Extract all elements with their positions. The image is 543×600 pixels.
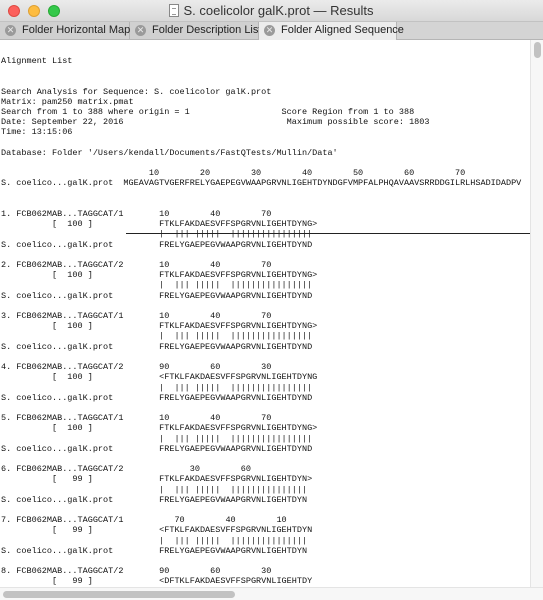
match-line: | ||| ||||| |||||||||||||||| — [159, 433, 313, 444]
score-box: [ 100 ] — [1, 270, 160, 281]
hit-ruler: 10 40 70 — [159, 413, 272, 424]
score-box: [ 100 ] — [1, 219, 160, 230]
hit-sequence: FTKLFAKDAESVFFSPGRVNLIGEHTDYN> — [159, 474, 313, 485]
hit-sequence: FTKLFAKDAESVFFSPGRVNLIGEHTDYNG> — [159, 219, 318, 230]
tab-bar: ✕ Folder Horizontal Map ✕ Folder Descrip… — [0, 22, 543, 40]
close-tab-icon[interactable]: ✕ — [135, 25, 146, 36]
results-text-view[interactable]: Alignment List Search Analysis for Seque… — [0, 40, 530, 587]
alignment-report: Alignment List Search Analysis for Seque… — [0, 40, 530, 587]
query-name: S. coelico...galK.prot — [1, 545, 160, 556]
title-bar: S. coelicolor galK.prot — Results — [0, 0, 543, 22]
time-line: Time: 13:15:06 — [1, 127, 73, 138]
match-line: | ||| ||||| |||||||||||||||| — [159, 229, 313, 240]
database-line: Database: Folder '/Users/kendall/Documen… — [1, 147, 338, 158]
horizontal-scroll-thumb[interactable] — [3, 591, 235, 598]
match-line: | ||| ||||| ||||||||||||||| — [159, 484, 308, 495]
hit-ruler: 90 60 30 — [159, 566, 272, 577]
hit-sequence: FTKLFAKDAESVFFSPGRVNLIGEHTDYNG> — [159, 270, 318, 281]
separator-line — [126, 233, 530, 234]
query-name: S. coelico...galK.prot — [1, 392, 160, 403]
query-name: S. coelico...galK.prot — [1, 290, 160, 301]
close-tab-icon[interactable]: ✕ — [5, 25, 16, 36]
score-box: [ 100 ] — [1, 372, 160, 383]
date-line: Date: September 22, 2016 Maximum possibl… — [1, 117, 430, 128]
hit-name: 7. FCB062MAB...TAGGCAT/1 — [1, 515, 160, 526]
hit-name: 1. FCB062MAB...TAGGCAT/1 — [1, 209, 160, 220]
hit-name: 8. FCB062MAB...TAGGCAT/2 — [1, 566, 160, 577]
query-name: S. coelico...galK.prot — [1, 239, 160, 250]
vertical-scroll-thumb[interactable] — [534, 42, 541, 58]
query-sequence: FRELYGAEPEGVWAAPGRVNLIGEHTDYN — [159, 494, 308, 505]
query-sequence: FRELYGAEPEGVWAAPGRVNLIGEHTDYN — [159, 545, 308, 556]
hit-name: 3. FCB062MAB...TAGGCAT/1 — [1, 311, 160, 322]
search-range-line: Search from 1 to 388 where origin = 1 Sc… — [1, 107, 415, 118]
tab-label: Folder Horizontal Map — [22, 24, 131, 36]
tab-label: Folder Description List — [152, 24, 262, 36]
score-box: [ 100 ] — [1, 423, 160, 434]
hit-ruler: 10 40 70 — [159, 209, 272, 220]
tab-folder-description-list[interactable]: ✕ Folder Description List — [130, 22, 262, 39]
match-line: | ||| ||||| |||||||||||||||| — [159, 280, 313, 291]
hit-ruler: 30 60 — [159, 464, 251, 475]
match-line: | ||| ||||| |||||||||||||||| — [159, 382, 313, 393]
query-ruler: 10 20 30 40 50 60 70 — [1, 168, 466, 179]
tab-label: Folder Aligned Sequence — [281, 24, 404, 36]
hit-sequence: <FTKLFAKDAESVFFSPGRVNLIGEHTDYNG — [159, 372, 318, 383]
window-title-area: S. coelicolor galK.prot — Results — [0, 3, 543, 18]
query-name: S. coelico...galK.prot — [1, 494, 160, 505]
close-tab-icon[interactable]: ✕ — [264, 25, 275, 36]
match-line: | ||| ||||| |||||||||||||||| — [159, 331, 313, 342]
match-line: | ||| ||||| ||||||||||||||| — [159, 535, 308, 546]
score-box: [ 100 ] — [1, 321, 160, 332]
score-box: [ 99 ] — [1, 576, 160, 587]
hit-name: 6. FCB062MAB...TAGGCAT/2 — [1, 464, 160, 475]
query-name: S. coelico...galK.prot — [1, 341, 160, 352]
hit-sequence: FTKLFAKDAESVFFSPGRVNLIGEHTDYNG> — [159, 321, 318, 332]
hit-ruler: 70 40 10 — [159, 515, 287, 526]
hit-name: 2. FCB062MAB...TAGGCAT/2 — [1, 260, 160, 271]
report-heading: Alignment List — [1, 56, 73, 66]
query-name: S. coelico...galK.prot — [1, 443, 160, 454]
query-sequence: FRELYGAEPEGVWAAPGRVNLIGEHTDYND — [159, 443, 313, 454]
window-title: S. coelicolor galK.prot — Results — [183, 3, 374, 18]
hit-ruler: 10 40 70 — [159, 311, 272, 322]
hit-sequence: <FTKLFAKDAESVFFSPGRVNLIGEHTDYN — [159, 525, 313, 536]
query-sequence-line: S. coelico...galK.prot MGEAVAGTVGERFRELY… — [1, 178, 522, 189]
hit-name: 4. FCB062MAB...TAGGCAT/2 — [1, 362, 160, 373]
hit-ruler: 90 60 30 — [159, 362, 272, 373]
hit-name: 5. FCB062MAB...TAGGCAT/1 — [1, 413, 160, 424]
query-sequence: FRELYGAEPEGVWAAPGRVNLIGEHTDYND — [159, 290, 313, 301]
hit-sequence: <DFTKLFAKDAESVFFSPGRVNLIGEHTDY — [159, 576, 313, 587]
hit-ruler: 10 40 70 — [159, 260, 272, 271]
query-sequence: FRELYGAEPEGVWAAPGRVNLIGEHTDYND — [159, 341, 313, 352]
horizontal-scrollbar[interactable] — [0, 587, 543, 600]
tab-folder-horizontal-map[interactable]: ✕ Folder Horizontal Map — [0, 22, 130, 39]
score-box: [ 99 ] — [1, 525, 160, 536]
hit-sequence: FTKLFAKDAESVFFSPGRVNLIGEHTDYNG> — [159, 423, 318, 434]
alignment-list: 1. FCB062MAB...TAGGCAT/1 10 40 70 [ 100 … — [1, 209, 317, 587]
score-box: [ 99 ] — [1, 474, 160, 485]
matrix-line: Matrix: pam250 matrix.pmat — [1, 96, 134, 107]
vertical-scrollbar[interactable] — [530, 40, 543, 587]
document-icon — [169, 4, 180, 17]
tab-folder-aligned-sequence[interactable]: ✕ Folder Aligned Sequence — [259, 22, 404, 40]
query-sequence: FRELYGAEPEGVWAAPGRVNLIGEHTDYND — [159, 239, 313, 250]
query-sequence: FRELYGAEPEGVWAAPGRVNLIGEHTDYND — [159, 392, 313, 403]
search-line: Search Analysis for Sequence: S. coelico… — [1, 86, 272, 97]
